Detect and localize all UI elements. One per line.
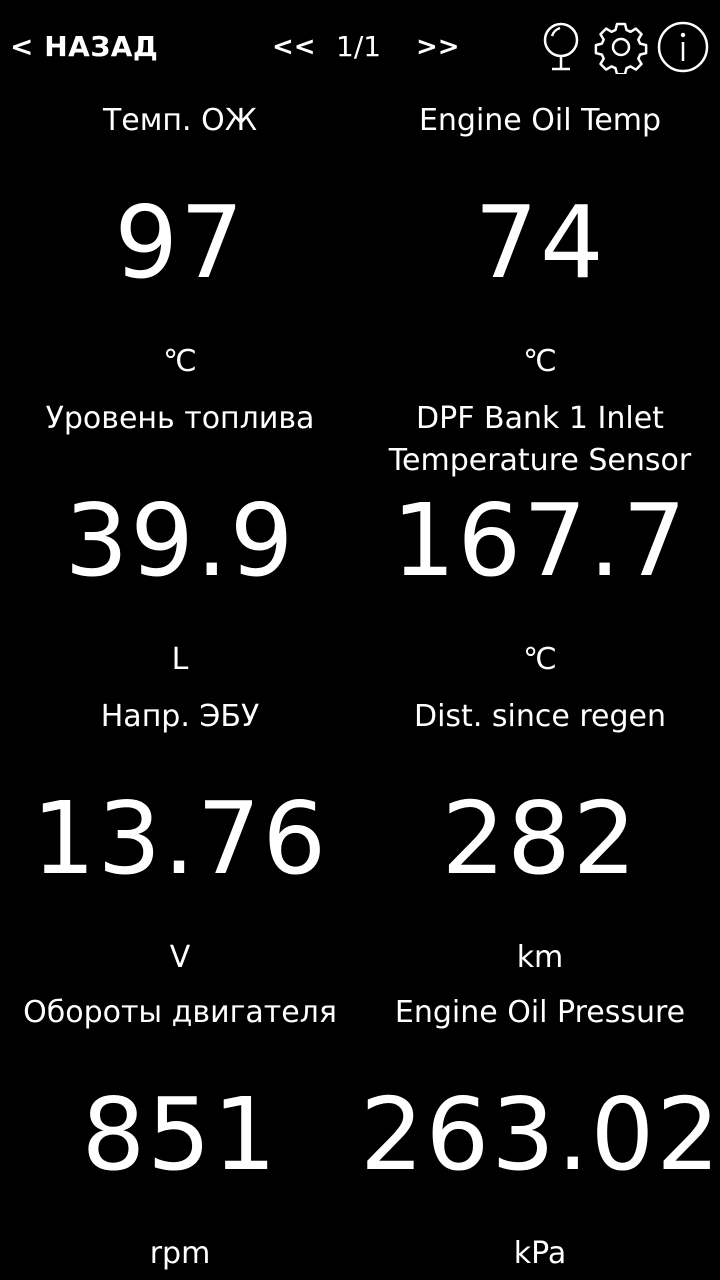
gauge-value: 167.7 [391, 482, 689, 599]
gauge-label: Уровень топлива [45, 401, 315, 436]
gauge-label: Engine Oil Temp [418, 103, 662, 138]
gauge-label: Темп. ОЖ [102, 103, 258, 138]
gauge-value: 263.02 [360, 1076, 720, 1193]
back-button[interactable]: < НАЗАД [10, 28, 158, 66]
gauge-label-line2: Temperature Sensor [388, 443, 692, 478]
previous-page-button[interactable]: << [272, 28, 316, 66]
gauge-unit: ℃ [163, 344, 197, 379]
gauge-unit: L [171, 642, 189, 677]
gauge-value: 282 [441, 780, 639, 897]
gauge-label: Dist. since regen [413, 699, 666, 734]
gauge-value: 39.9 [64, 482, 296, 599]
gauge-label: Напр. ЭБУ [100, 699, 260, 734]
gauge-label: Обороты двигателя [23, 995, 337, 1030]
mirror-icon[interactable] [534, 20, 588, 74]
gauge-label: Engine Oil Pressure [394, 995, 686, 1030]
gauge-unit: ℃ [523, 344, 557, 379]
gauge-unit: kPa [513, 1236, 567, 1271]
gauge-value: 97 [114, 184, 246, 301]
gauge-label-line1: DPF Bank 1 Inlet [416, 401, 664, 436]
next-page-button[interactable]: >> [416, 28, 460, 66]
gauge-unit: ℃ [523, 642, 557, 677]
info-icon[interactable] [656, 20, 710, 74]
gauge-value: 74 [474, 184, 606, 301]
top-bar: < НАЗАД << 1/1 >> [0, 0, 720, 96]
gauge-unit: rpm [149, 1236, 211, 1271]
gauge-unit: V [169, 940, 191, 975]
gauge-value: 851 [81, 1076, 279, 1193]
gear-icon[interactable] [594, 20, 648, 74]
gauge-unit: km [516, 940, 564, 975]
page-indicator: 1/1 [336, 30, 382, 63]
gauge-value: 13.76 [31, 780, 329, 897]
